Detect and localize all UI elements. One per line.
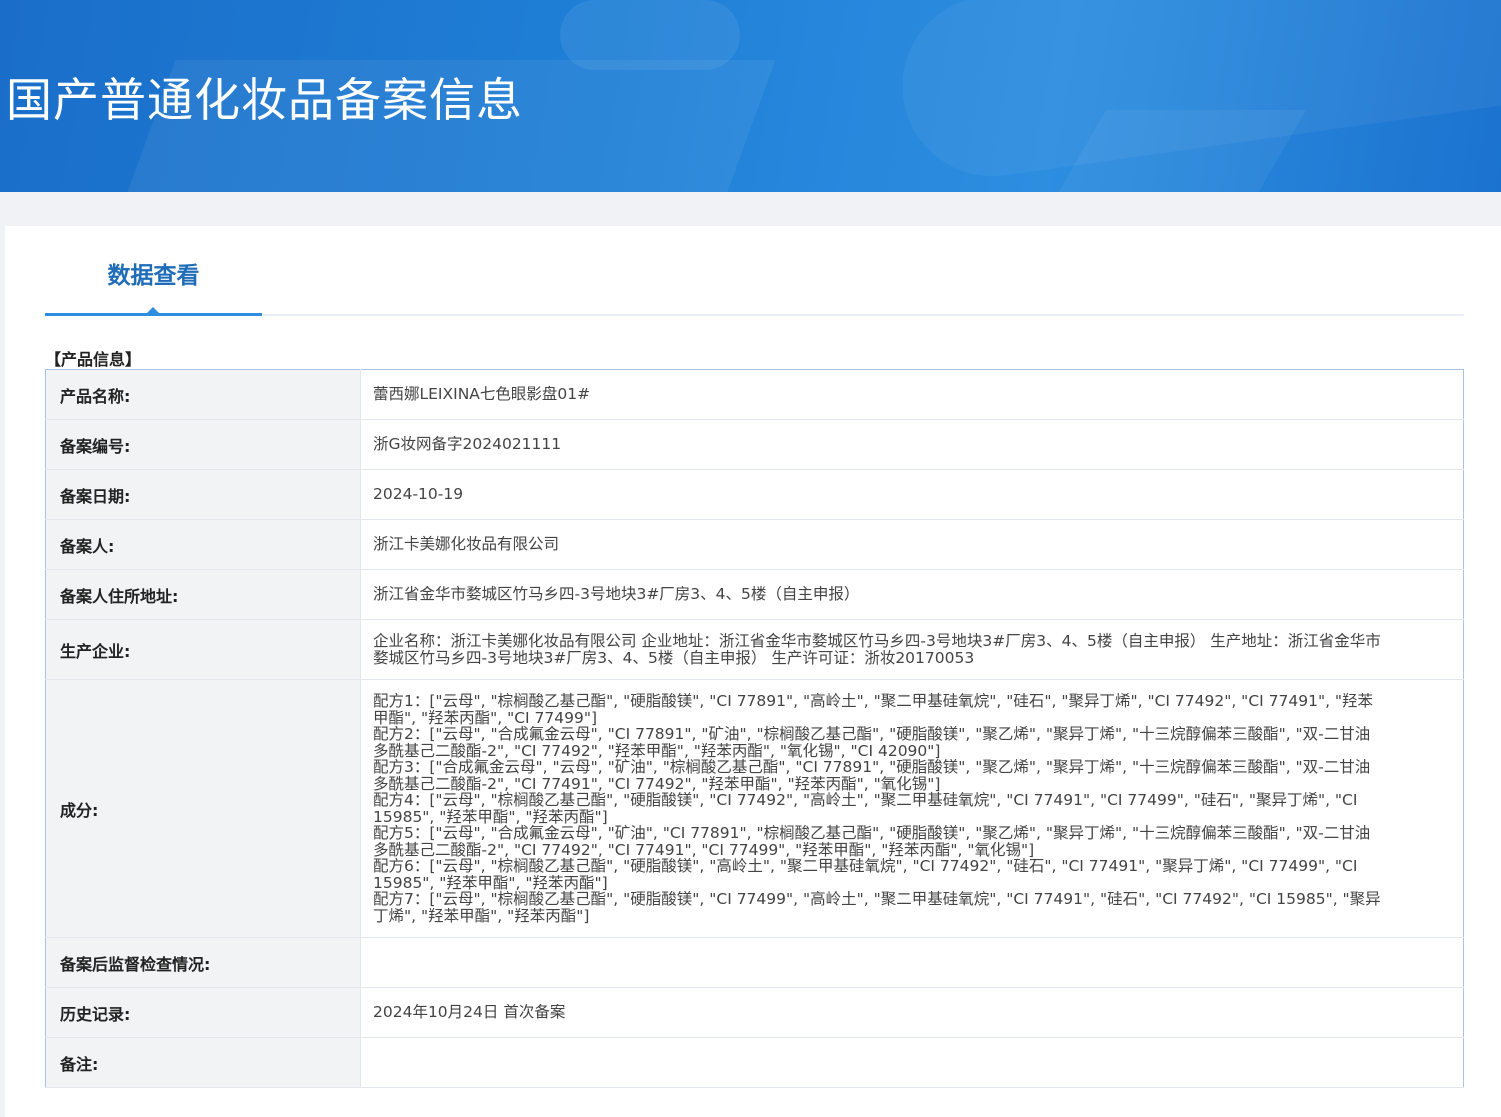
table-row: 备注: [45,1037,1464,1088]
formula-line: 配方4：["云母", "棕榈酸乙基己酯", "硬脂酸镁", "CI 77492"… [373,791,1358,826]
tab-data-view[interactable]: 数据查看 [45,226,262,314]
tab-bar: 数据查看 [45,226,1464,316]
table-row: 产品名称: 蕾西娜LEIXINA七色眼影盘01# [45,369,1464,420]
record-date-value: 2024-10-19 [360,469,1464,520]
manufacturer-value: 企业名称：浙江卡美娜化妆品有限公司 企业地址：浙江省金华市婺城区竹马乡四-3号地… [360,619,1464,680]
formula-line: 配方6：["云母", "棕榈酸乙基己酯", "硬脂酸镁", "高岭土", "聚二… [373,857,1358,892]
section-title: 【产品信息】 [45,350,142,369]
field-label: 产品名称: [45,369,361,420]
table-row: 备案人: 浙江卡美娜化妆品有限公司 [45,519,1464,570]
tab-active-indicator [45,313,262,316]
product-info-table: 产品名称: 蕾西娜LEIXINA七色眼影盘01# 备案编号: 浙G妆网备字202… [45,369,1464,1088]
field-label: 备注: [45,1037,361,1088]
table-row: 成分: 配方1：["云母", "棕榈酸乙基己酯", "硬脂酸镁", "CI 77… [45,679,1464,938]
field-label: 备案编号: [45,419,361,470]
registrant-value: 浙江卡美娜化妆品有限公司 [360,519,1464,570]
page-title: 国产普通化妆品备案信息 [6,73,523,127]
content-card: 数据查看 【产品信息】 产品名称: 蕾西娜LEIXINA七色眼影盘01# 备案编… [5,226,1501,1117]
product-name-value: 蕾西娜LEIXINA七色眼影盘01# [360,369,1464,420]
field-label: 备案人: [45,519,361,570]
table-row: 生产企业: 企业名称：浙江卡美娜化妆品有限公司 企业地址：浙江省金华市婺城区竹马… [45,619,1464,680]
table-row: 历史记录: 2024年10月24日 首次备案 [45,987,1464,1038]
formula-line: 配方7：["云母", "棕榈酸乙基己酯", "硬脂酸镁", "CI 77499"… [373,890,1381,925]
formula-line: 配方2：["云母", "合成氟金云母", "CI 77891", "矿油", "… [373,725,1371,760]
formula-line: 配方3：["合成氟金云母", "云母", "矿油", "棕榈酸乙基己酯", "C… [373,758,1371,793]
field-label: 备案后监督检查情况: [45,937,361,988]
banner-decoration [560,0,740,70]
header-banner: 国产普通化妆品备案信息 [0,0,1501,192]
formula-line: 配方5：["云母", "合成氟金云母", "矿油", "CI 77891", "… [373,824,1371,859]
ingredients-value: 配方1：["云母", "棕榈酸乙基己酯", "硬脂酸镁", "CI 77891"… [360,679,1464,938]
address-value: 浙江省金华市婺城区竹马乡四-3号地块3#厂房3、4、5楼（自主申报） [360,569,1464,620]
formula-line: 配方1：["云母", "棕榈酸乙基己酯", "硬脂酸镁", "CI 77891"… [373,692,1374,727]
table-row: 备案人住所地址: 浙江省金华市婺城区竹马乡四-3号地块3#厂房3、4、5楼（自主… [45,569,1464,620]
field-label: 历史记录: [45,987,361,1038]
remarks-value [360,1037,1464,1088]
table-row: 备案后监督检查情况: [45,937,1464,988]
field-label: 生产企业: [45,619,361,680]
record-no-value: 浙G妆网备字2024021111 [360,419,1464,470]
caret-up-icon [147,307,159,313]
history-value: 2024年10月24日 首次备案 [360,987,1464,1038]
field-label: 备案人住所地址: [45,569,361,620]
inspection-value [360,937,1464,988]
table-row: 备案编号: 浙G妆网备字2024021111 [45,419,1464,470]
table-row: 备案日期: 2024-10-19 [45,469,1464,520]
field-label: 备案日期: [45,469,361,520]
field-label: 成分: [45,679,361,938]
